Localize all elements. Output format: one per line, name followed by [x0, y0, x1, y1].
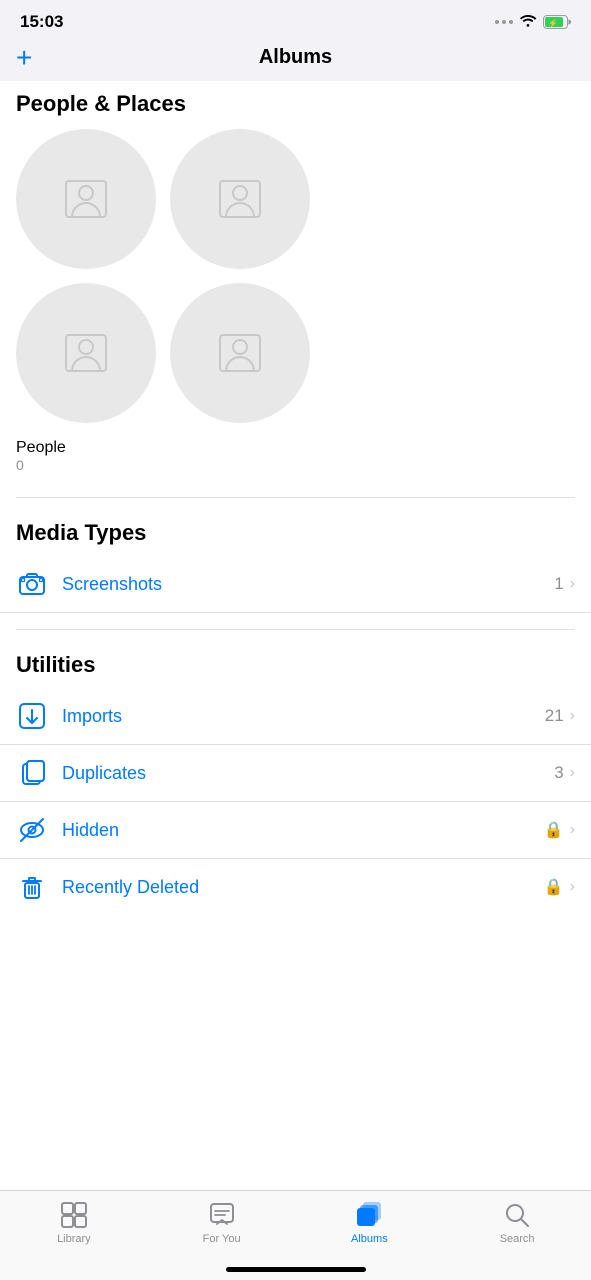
- utilities-header: Utilities: [0, 630, 591, 688]
- screenshots-count: 1: [554, 574, 563, 594]
- person-avatar-2[interactable]: [170, 129, 310, 269]
- duplicates-label: Duplicates: [62, 763, 554, 784]
- imports-label: Imports: [62, 706, 545, 727]
- home-indicator: [226, 1267, 366, 1272]
- duplicates-right: 3 ›: [554, 763, 575, 783]
- chevron-icon: ›: [570, 575, 575, 593]
- screenshots-label: Screenshots: [62, 574, 554, 595]
- wifi-icon: [519, 13, 537, 32]
- people-places-header: People & Places: [0, 81, 591, 129]
- hidden-label: Hidden: [62, 820, 544, 841]
- list-item-recently-deleted[interactable]: Recently Deleted 🔒 ›: [0, 859, 591, 915]
- chevron-icon: ›: [570, 821, 575, 839]
- for-you-tab-label: For You: [203, 1233, 241, 1245]
- people-label[interactable]: People 0: [0, 439, 591, 481]
- recently-deleted-right: 🔒 ›: [544, 877, 575, 897]
- hidden-icon: [16, 814, 48, 846]
- status-icons: ⚡: [495, 13, 571, 32]
- for-you-tab-icon: [208, 1201, 236, 1229]
- tab-for-you[interactable]: For You: [148, 1201, 296, 1249]
- battery-icon: ⚡: [543, 15, 571, 29]
- albums-tab-label: Albums: [351, 1233, 388, 1245]
- scroll-content: People & Places: [0, 81, 591, 1015]
- chevron-icon: ›: [570, 764, 575, 782]
- signal-icon: [495, 20, 513, 24]
- tab-albums[interactable]: Albums: [296, 1201, 444, 1249]
- recently-deleted-label: Recently Deleted: [62, 877, 544, 898]
- page-title: Albums: [259, 46, 332, 69]
- duplicates-count: 3: [554, 763, 563, 783]
- screenshots-right: 1 ›: [554, 574, 575, 594]
- lock-icon: 🔒: [544, 820, 564, 840]
- list-item-duplicates[interactable]: Duplicates 3 ›: [0, 745, 591, 802]
- person-avatar-4[interactable]: [170, 283, 310, 423]
- search-tab-label: Search: [500, 1233, 535, 1245]
- list-item-imports[interactable]: Imports 21 ›: [0, 688, 591, 745]
- nav-bar: + Albums: [0, 40, 591, 81]
- person-avatar-1[interactable]: [16, 129, 156, 269]
- media-types-header: Media Types: [0, 498, 591, 556]
- people-name: People: [16, 439, 575, 457]
- imports-count: 21: [545, 706, 564, 726]
- chevron-icon: ›: [570, 878, 575, 896]
- search-tab-icon: [503, 1201, 531, 1229]
- tab-search[interactable]: Search: [443, 1201, 591, 1249]
- imports-right: 21 ›: [545, 706, 575, 726]
- lock-icon: 🔒: [544, 877, 564, 897]
- list-item-hidden[interactable]: Hidden 🔒 ›: [0, 802, 591, 859]
- recently-deleted-icon: [16, 871, 48, 903]
- svg-text:⚡: ⚡: [548, 18, 558, 28]
- albums-tab-icon: [355, 1201, 383, 1229]
- people-count: 0: [16, 457, 575, 473]
- duplicates-icon: [16, 757, 48, 789]
- person-avatar-3[interactable]: [16, 283, 156, 423]
- tab-library[interactable]: Library: [0, 1201, 148, 1249]
- imports-icon: [16, 700, 48, 732]
- hidden-right: 🔒 ›: [544, 820, 575, 840]
- list-item-screenshots[interactable]: Screenshots 1 ›: [0, 556, 591, 613]
- chevron-icon: ›: [570, 707, 575, 725]
- add-album-button[interactable]: +: [16, 44, 32, 72]
- people-grid: [0, 129, 591, 439]
- screenshot-icon: [16, 568, 48, 600]
- library-tab-label: Library: [57, 1233, 91, 1245]
- status-bar: 15:03 ⚡: [0, 0, 591, 40]
- status-time: 15:03: [20, 12, 63, 32]
- library-tab-icon: [60, 1201, 88, 1229]
